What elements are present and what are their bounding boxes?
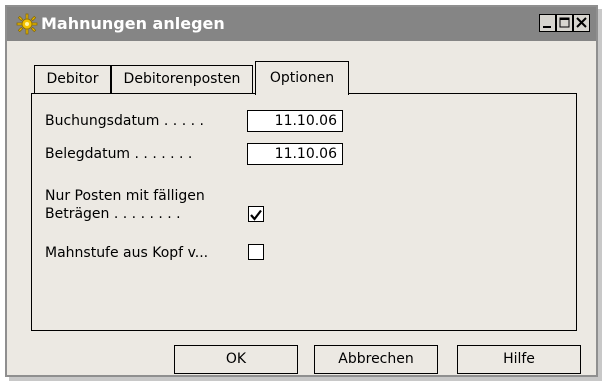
- options-panel: Buchungsdatum . . . . . 11.10.06 Belegda…: [31, 93, 577, 331]
- belegdatum-label: Belegdatum . . . . . . .: [45, 146, 193, 162]
- tab-debitorenposten[interactable]: Debitorenposten: [111, 65, 253, 93]
- dialog-window: Mahnungen anlegen Debitor Debitorenposte…: [5, 5, 598, 377]
- nur-posten-label-line1: Nur Posten mit fälligen: [45, 188, 205, 204]
- close-icon: [576, 17, 587, 28]
- help-button-label: Hilfe: [503, 351, 535, 367]
- belegdatum-field[interactable]: 11.10.06: [247, 143, 343, 165]
- nur-posten-checkbox[interactable]: [248, 206, 264, 222]
- tab-debitor[interactable]: Debitor: [34, 65, 111, 93]
- tab-label: Optionen: [269, 70, 335, 86]
- ok-button[interactable]: OK: [174, 345, 298, 374]
- close-button[interactable]: [573, 14, 590, 32]
- cancel-button[interactable]: Abbrechen: [314, 345, 438, 374]
- mahnstufe-label: Mahnstufe aus Kopf v...: [45, 245, 209, 261]
- checkmark-icon: [250, 209, 262, 221]
- buchungsdatum-label: Buchungsdatum . . . . .: [45, 113, 204, 129]
- cancel-button-label: Abbrechen: [338, 351, 414, 367]
- buchungsdatum-field[interactable]: 11.10.06: [247, 110, 343, 132]
- nur-posten-label-line2: Beträgen . . . . . . . .: [45, 206, 181, 222]
- tab-label: Debitor: [46, 71, 99, 87]
- sun-gear-icon: [16, 13, 38, 35]
- mahnstufe-checkbox[interactable]: [248, 244, 264, 260]
- maximize-button[interactable]: [556, 14, 573, 32]
- maximize-icon: [559, 17, 570, 28]
- minimize-icon: [543, 26, 551, 28]
- minimize-button[interactable]: [539, 14, 556, 32]
- help-button[interactable]: Hilfe: [457, 345, 581, 374]
- tab-label: Debitorenposten: [123, 71, 241, 87]
- window-title: Mahnungen anlegen: [41, 14, 225, 33]
- title-bar[interactable]: Mahnungen anlegen: [7, 7, 596, 41]
- ok-button-label: OK: [225, 351, 247, 367]
- tab-optionen[interactable]: Optionen: [255, 61, 349, 95]
